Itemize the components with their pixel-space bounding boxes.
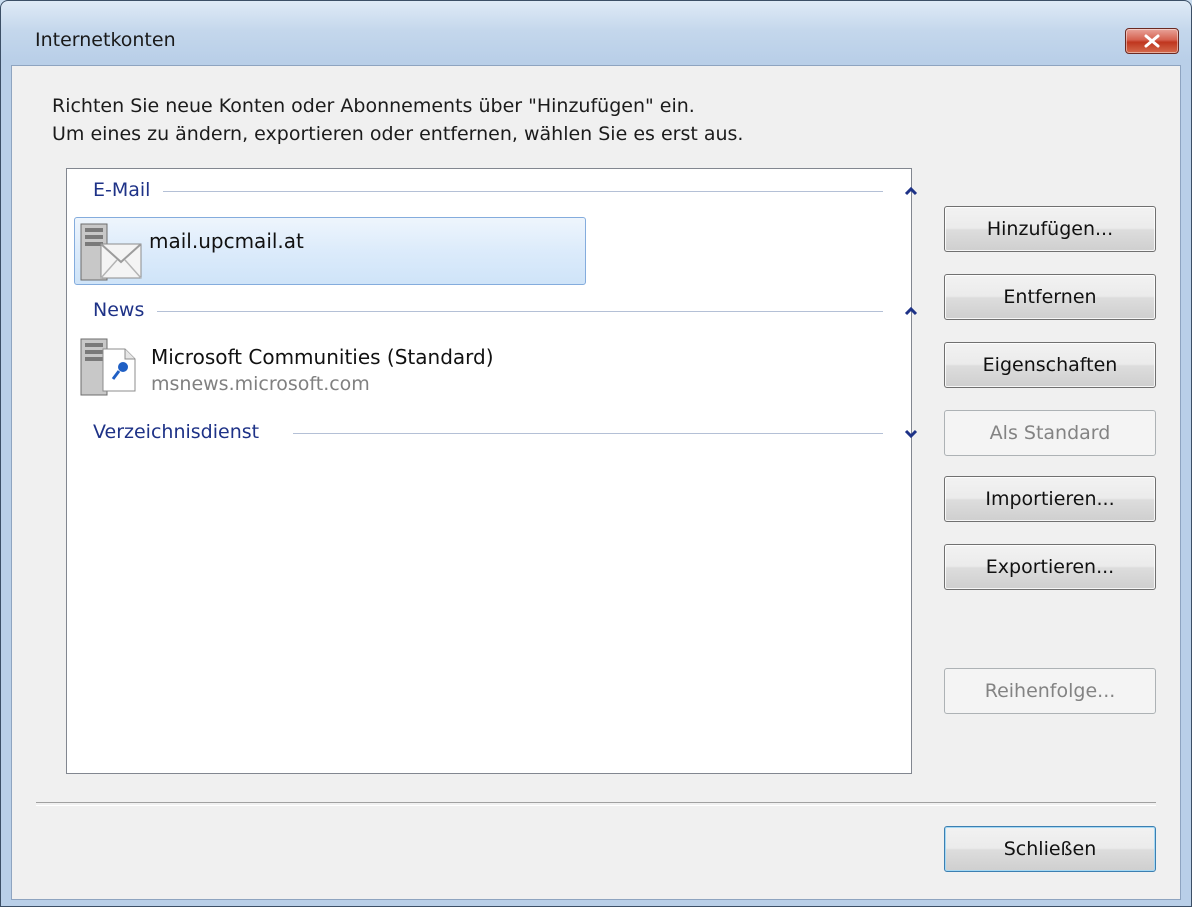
account-item-news[interactable]: Microsoft Communities (Standard) msnews.… (75, 333, 575, 399)
mail-server-icon (80, 223, 142, 281)
group-divider (293, 433, 883, 434)
group-header-email[interactable]: E-Mail (93, 179, 918, 203)
footer-divider (36, 802, 1156, 806)
account-name: Microsoft Communities (Standard) (151, 345, 494, 369)
account-name: mail.upcmail.at (149, 229, 304, 253)
intro-line-1: Richten Sie neue Konten oder Abonnements… (52, 95, 695, 117)
account-server: msnews.microsoft.com (151, 373, 370, 395)
group-label-news: News (93, 299, 153, 321)
add-button[interactable]: Hinzufügen... (944, 206, 1156, 252)
import-button[interactable]: Importieren... (944, 476, 1156, 522)
close-button[interactable]: Schließen (944, 826, 1156, 872)
group-header-directory[interactable]: Verzeichnisdienst (93, 421, 918, 445)
chevron-down-icon[interactable] (899, 421, 923, 445)
properties-button[interactable]: Eigenschaften (944, 342, 1156, 388)
export-button[interactable]: Exportieren... (944, 544, 1156, 590)
group-label-email: E-Mail (93, 179, 159, 201)
accounts-list[interactable]: E-Mail mail.upcmail.at News Microsoft Co… (66, 168, 918, 774)
group-label-directory: Verzeichnisdienst (93, 421, 268, 443)
account-item-email[interactable]: mail.upcmail.at (74, 217, 586, 285)
window-title: Internetkonten (35, 29, 176, 51)
dialog-window: Internetkonten Richten Sie neue Konten o… (0, 0, 1192, 907)
group-divider (157, 311, 883, 312)
intro-text: Richten Sie neue Konten oder Abonnements… (52, 92, 743, 148)
group-divider (163, 191, 883, 192)
remove-button[interactable]: Entfernen (944, 274, 1156, 320)
intro-line-2: Um eines zu ändern, exportieren oder ent… (52, 123, 744, 145)
set-default-button[interactable]: Als Standard (944, 410, 1156, 456)
group-header-news[interactable]: News (93, 299, 918, 323)
window-close-button[interactable] (1125, 28, 1179, 54)
news-server-icon (80, 338, 136, 396)
order-button[interactable]: Reihenfolge... (944, 668, 1156, 714)
chevron-up-icon[interactable] (899, 179, 923, 203)
dialog-client-area: Richten Sie neue Konten oder Abonnements… (11, 65, 1181, 900)
close-icon (1144, 34, 1160, 48)
chevron-up-icon[interactable] (899, 299, 923, 323)
